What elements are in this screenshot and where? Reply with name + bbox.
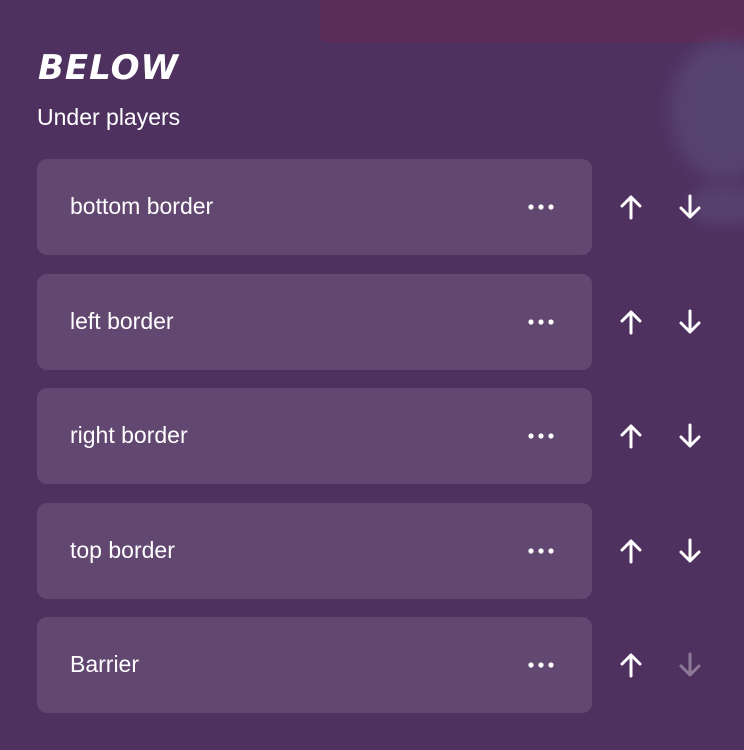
move-down-button[interactable] [672, 647, 708, 683]
layer-card[interactable]: bottom border [37, 159, 592, 255]
layer-row: left border [37, 274, 717, 370]
more-options-button[interactable] [521, 308, 561, 336]
layer-card[interactable]: top border [37, 503, 592, 599]
layer-list: bottom border left border right border t… [0, 0, 744, 750]
move-up-button[interactable] [613, 304, 649, 340]
move-down-button[interactable] [672, 533, 708, 569]
more-horizontal-icon [528, 204, 554, 210]
layer-name: left border [70, 308, 174, 334]
more-options-button[interactable] [521, 193, 561, 221]
move-up-button[interactable] [613, 533, 649, 569]
more-options-button[interactable] [521, 651, 561, 679]
layer-name: right border [70, 422, 188, 448]
layer-card[interactable]: right border [37, 388, 592, 484]
arrow-down-icon [679, 423, 701, 448]
move-down-button[interactable] [672, 189, 708, 225]
more-options-button[interactable] [521, 422, 561, 450]
more-horizontal-icon [528, 662, 554, 668]
arrow-up-icon [620, 195, 642, 220]
move-up-button[interactable] [613, 418, 649, 454]
move-up-button[interactable] [613, 647, 649, 683]
layer-row: right border [37, 388, 717, 484]
arrow-up-icon [620, 310, 642, 335]
layer-name: top border [70, 537, 175, 563]
layer-card[interactable]: left border [37, 274, 592, 370]
arrow-down-icon [679, 309, 701, 334]
more-horizontal-icon [528, 548, 554, 554]
move-down-button[interactable] [672, 304, 708, 340]
layer-name: Barrier [70, 651, 140, 677]
arrow-up-icon [620, 653, 642, 678]
layer-row: top border [37, 503, 717, 599]
layer-row: Barrier [37, 617, 717, 713]
arrow-up-icon [620, 424, 642, 449]
layer-card[interactable]: Barrier [37, 617, 592, 713]
arrow-down-icon [679, 652, 701, 677]
arrow-down-icon [679, 194, 701, 219]
more-options-button[interactable] [521, 537, 561, 565]
arrow-up-icon [620, 539, 642, 564]
move-down-button[interactable] [672, 418, 708, 454]
arrow-down-icon [679, 538, 701, 563]
layer-name: bottom border [70, 193, 214, 219]
more-horizontal-icon [528, 433, 554, 439]
move-up-button[interactable] [613, 189, 649, 225]
layer-row: bottom border [37, 159, 717, 255]
more-horizontal-icon [528, 319, 554, 325]
